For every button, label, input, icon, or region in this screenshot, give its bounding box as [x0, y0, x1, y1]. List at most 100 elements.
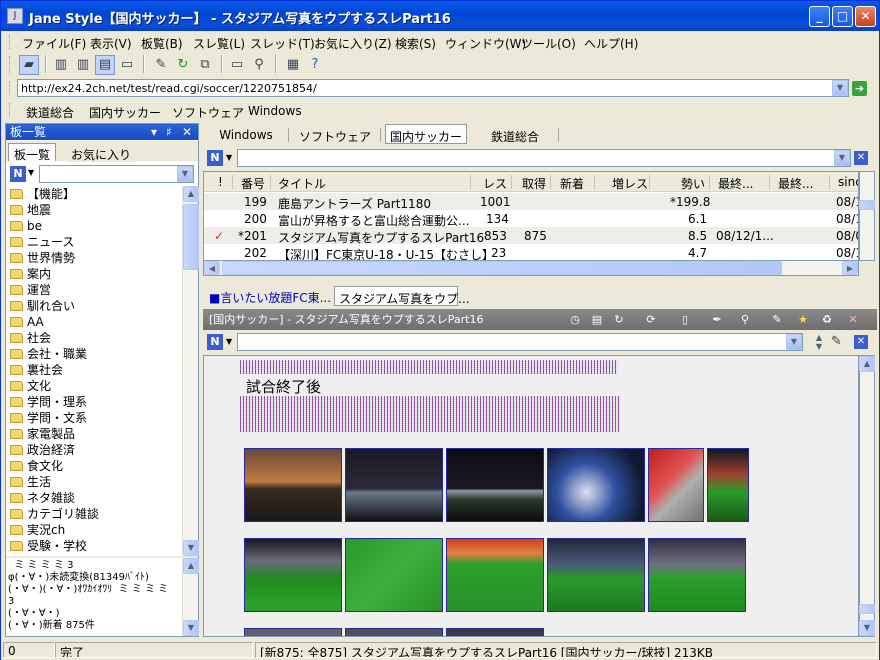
search-icon[interactable]: ⚲	[249, 55, 269, 75]
board-category[interactable]: 生活	[6, 474, 184, 490]
pane-left-icon[interactable]: ▥	[51, 55, 71, 75]
address-input[interactable]: http://ex24.2ch.net/test/read.cgi/soccer…	[17, 79, 849, 97]
col-new[interactable]: 新着	[560, 175, 584, 192]
board-category[interactable]: 文化	[6, 378, 184, 394]
board-category[interactable]: 世界情勢	[6, 250, 184, 266]
viewer-filter-n-icon[interactable]: N	[207, 334, 223, 350]
scroll-thumb[interactable]	[859, 604, 875, 614]
star-icon[interactable]: ★	[795, 312, 811, 327]
stadium-photo-thumbnail[interactable]	[244, 448, 342, 522]
filter-n-icon[interactable]: N	[10, 166, 26, 182]
panel-menu-icon[interactable]: ▾	[151, 124, 157, 140]
board-filter-dropdown-icon[interactable]: ▼	[177, 166, 193, 182]
comment-icon[interactable]: ▭	[227, 55, 247, 75]
stadium-photo-thumbnail[interactable]	[446, 538, 544, 612]
board-category[interactable]: 案内	[6, 266, 184, 282]
tab-thread-stadium[interactable]: スタジアム写真をウプ...	[334, 286, 470, 306]
menu-search[interactable]: 検索(S)	[395, 35, 436, 52]
thread-filter-dropdown-icon[interactable]: ▼	[834, 150, 850, 166]
menu-thread[interactable]: スレッド(T)	[250, 35, 315, 52]
menu-file[interactable]: ファイル(F)	[22, 35, 86, 52]
board-tree-scrollbar[interactable]: ▲ ▼	[182, 186, 199, 556]
viewer-filter-close-icon[interactable]: ✕	[854, 335, 868, 349]
col-speed[interactable]: 勢い	[681, 175, 705, 192]
pin-icon[interactable]: ♯	[166, 124, 172, 140]
edit-icon[interactable]: ✎	[151, 55, 171, 75]
col-since[interactable]: sinc	[838, 175, 858, 189]
minimize-button[interactable]: _	[809, 6, 830, 27]
thread-row[interactable]: 199 鹿島アントラーズ Part1180 1001 *199.8 08/1	[204, 193, 858, 211]
thread-filter-close-icon[interactable]: ✕	[854, 151, 868, 165]
menu-board[interactable]: 板覧(B)	[141, 35, 183, 52]
thread-filter-menu-icon[interactable]: ▼	[226, 153, 232, 162]
tab-board-list[interactable]: 板一覧	[8, 143, 57, 162]
thread-row[interactable]: 202 【深川】FC東京U-18・U-15【むさし】 23 4.7 08/1	[204, 244, 858, 260]
col-divider[interactable]	[769, 175, 770, 189]
help-icon[interactable]: ?	[305, 55, 325, 75]
close-button[interactable]: ✕	[855, 6, 876, 27]
col-divider[interactable]	[511, 175, 512, 189]
stadium-photo-thumbnail[interactable]	[648, 538, 746, 612]
col-mark[interactable]: !	[218, 175, 223, 189]
stadium-photo-thumbnail[interactable]	[244, 538, 342, 612]
thread-row[interactable]: ✓ *201 スタジアム写真をウプするスレPart16 853 875 8.5 …	[204, 227, 858, 245]
pane-full-icon[interactable]: ▭	[117, 55, 137, 75]
pen-icon[interactable]: ✒	[709, 312, 725, 327]
board-category[interactable]: be	[6, 218, 184, 234]
col-divider[interactable]	[709, 175, 710, 189]
scroll-down-icon[interactable]: ▼	[183, 540, 199, 556]
tab-windows[interactable]: Windows	[205, 125, 289, 145]
board-category[interactable]: カテゴリ雑談	[6, 506, 184, 522]
scroll-up-icon[interactable]: ▲	[183, 186, 199, 202]
board-category[interactable]: 学問・文系	[6, 410, 184, 426]
menu-grip[interactable]	[9, 35, 12, 49]
board-category[interactable]: 【機能】	[6, 186, 184, 202]
col-increase[interactable]: 増レス	[612, 175, 648, 192]
menu-view[interactable]: 表示(V)	[90, 35, 132, 52]
col-divider[interactable]	[270, 175, 271, 189]
board-category[interactable]: 受験・学校	[6, 538, 184, 554]
scroll-left-icon[interactable]: ◀	[204, 261, 220, 275]
write-icon[interactable]: ✎	[769, 312, 785, 327]
board-icon[interactable]: ▦	[283, 55, 303, 75]
board-category[interactable]: AA	[6, 314, 184, 330]
col-divider[interactable]	[232, 175, 233, 189]
link-software[interactable]: ソフトウェア	[172, 104, 244, 121]
stadium-photo-thumbnail[interactable]	[547, 448, 645, 522]
link-soccer[interactable]: 国内サッカー	[89, 104, 161, 121]
col-last-write[interactable]: 最終...	[718, 175, 753, 192]
tab-railway[interactable]: 鉄道総合	[473, 125, 559, 145]
stadium-photo-thumbnail[interactable]	[547, 538, 645, 612]
pencil-icon[interactable]: ✎	[831, 334, 842, 349]
board-category[interactable]: 政治経済	[6, 442, 184, 458]
scroll-up-icon[interactable]: ▲	[183, 558, 199, 574]
refresh-icon[interactable]: ↻	[173, 55, 193, 75]
stadium-photo-thumbnail[interactable]	[345, 448, 443, 522]
scroll-thumb[interactable]	[222, 261, 782, 275]
board-category[interactable]: 学問・理系	[6, 394, 184, 410]
stadium-photo-thumbnail[interactable]	[446, 628, 544, 636]
scroll-thumb[interactable]	[859, 200, 875, 210]
board-category[interactable]: 社会	[6, 330, 184, 346]
board-category[interactable]: 運営	[6, 282, 184, 298]
maximize-button[interactable]: □	[832, 6, 853, 27]
tab-favorites[interactable]: お気に入り	[66, 144, 137, 162]
bookmark-icon[interactable]: ▯	[677, 312, 693, 327]
board-category[interactable]: 会社・職業	[6, 346, 184, 362]
tab-thread-fc-tokyo[interactable]: ■言いたい放題FC東...	[205, 286, 331, 306]
app-icon[interactable]: J	[7, 8, 23, 24]
page-icon[interactable]: ▤	[589, 312, 605, 327]
scroll-down-icon[interactable]: ▼	[183, 620, 199, 636]
viewer-filter-menu-icon[interactable]: ▼	[226, 337, 232, 346]
panel-close-icon[interactable]: ✕	[182, 124, 192, 140]
board-filter-input[interactable]	[39, 165, 194, 183]
clock-icon[interactable]: ◷	[567, 312, 583, 327]
spin-icon[interactable]: ▲ ▼	[813, 333, 825, 351]
thread-list-vscrollbar[interactable]	[859, 171, 875, 261]
stadium-photo-thumbnail[interactable]	[648, 448, 704, 522]
stadium-photo-thumbnail[interactable]	[244, 628, 342, 636]
tab-domestic-soccer[interactable]: 国内サッカー	[385, 124, 467, 144]
pane-right-icon[interactable]: ▤	[95, 55, 115, 75]
address-dropdown-icon[interactable]: ▼	[832, 80, 848, 96]
board-category[interactable]: 実況ch	[6, 522, 184, 538]
